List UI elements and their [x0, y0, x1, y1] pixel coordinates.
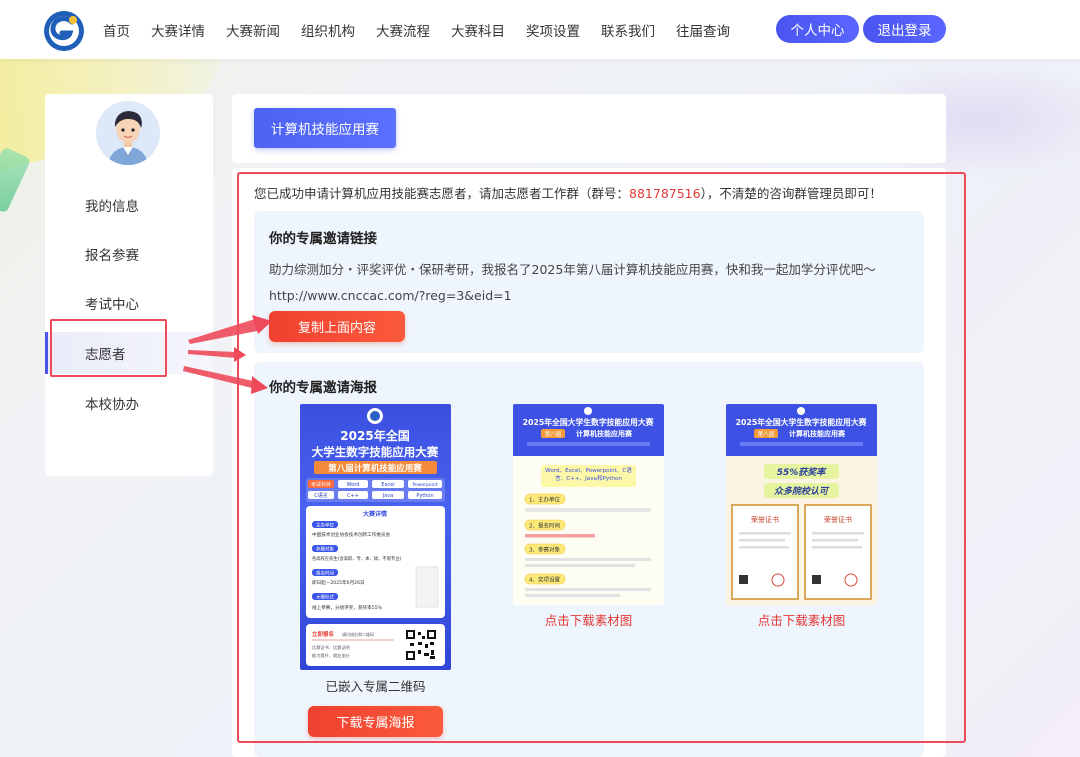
nav-history[interactable]: 往届查询: [676, 20, 730, 40]
nav-contest-details[interactable]: 大赛详情: [151, 20, 205, 40]
invite-link-box: 你的专属邀请链接 助力综测加分・评奖评优・保研考研，我报名了2025年第八届计算…: [254, 211, 924, 353]
sidebar: 我的信息 报名参赛 考试中心 志愿者 本校协办: [45, 94, 213, 476]
invite-poster-title: 你的专属邀请海报: [269, 380, 377, 396]
nav-awards[interactable]: 奖项设置: [526, 20, 580, 40]
group-number: 881787516: [629, 186, 701, 201]
download-poster-button[interactable]: 下载专属海报: [308, 706, 443, 737]
poster-step: 1、主办单位: [529, 496, 560, 504]
poster-section-label: 报名时间: [316, 570, 334, 577]
poster-subject: C语言: [314, 492, 328, 499]
poster-section-text: 线上参赛，分组评奖，获奖率55%: [312, 604, 383, 611]
main-nav: 首页 大赛详情 大赛新闻 组织机构 大赛流程 大赛科目 奖项设置 联系我们 往届…: [103, 0, 751, 59]
poster-title-line: 大学生数字技能应用大赛: [312, 445, 439, 459]
poster-material-1[interactable]: 2025年全国大学生数字技能应用大赛 第八届 计算机技能应用赛 Word、Exc…: [513, 404, 664, 605]
notice-suffix: ），不清楚的咨询群管理员即可！: [700, 186, 882, 201]
poster-details-heading: 大赛详情: [363, 510, 387, 518]
poster-subject: C++: [347, 493, 359, 499]
poster-main-art: 2025年全国 大学生数字技能应用大赛 第八届计算机技能应用赛 考试科目 Wor…: [306, 408, 445, 666]
invite-link-content[interactable]: 助力综测加分・评奖评优・保研考研，我报名了2025年第八届计算机技能应用赛，快和…: [269, 257, 909, 309]
sidebar-item-my-info[interactable]: 我的信息: [45, 184, 213, 226]
poster-cert-title: 荣誉证书: [824, 515, 852, 524]
poster-section-label: 大赛形式: [316, 594, 334, 601]
poster-subtitle: 计算机技能应用赛: [789, 429, 846, 438]
poster-step: 3、参赛对象: [529, 546, 560, 554]
poster-cert-title: 荣誉证书: [751, 515, 779, 524]
nav-subjects[interactable]: 大赛科目: [451, 20, 505, 40]
sidebar-item-label: 我的信息: [85, 199, 139, 215]
logo-icon[interactable]: [42, 9, 86, 53]
nav-organization[interactable]: 组织机构: [301, 20, 355, 40]
sidebar-item-label: 考试中心: [85, 297, 139, 313]
poster-material-2[interactable]: 2025年全国大学生数字技能应用大赛 第八届 计算机技能应用赛 55%获奖率 众…: [726, 404, 877, 605]
poster-main-caption: 已嵌入专属二维码: [325, 679, 426, 694]
poster-material-2-art: 2025年全国大学生数字技能应用大赛 第八届 计算机技能应用赛 55%获奖率 众…: [726, 404, 877, 605]
sidebar-item-exam-center[interactable]: 考试中心: [45, 282, 213, 324]
poster-subject: Excel: [381, 482, 394, 488]
poster-step: 2、报名时间: [529, 522, 560, 530]
background-decoration-green: [0, 146, 32, 214]
invite-link-text: 助力综测加分・评奖评优・保研考研，我报名了2025年第八届计算机技能应用赛，快和…: [269, 262, 876, 277]
poster-subject: Python: [416, 493, 433, 499]
poster-edition-line: 第八届计算机技能应用赛: [328, 463, 422, 474]
poster-signup-label: 立即报名: [312, 630, 334, 638]
copy-content-button[interactable]: 复制上面内容: [269, 311, 405, 342]
sidebar-item-register[interactable]: 报名参赛: [45, 233, 213, 275]
poster-edition-badge: 第八届: [758, 430, 775, 438]
contest-tabs-card: 计算机技能应用赛: [232, 94, 946, 163]
tab-computer-skills-contest[interactable]: 计算机技能应用赛: [254, 108, 396, 148]
nav-process[interactable]: 大赛流程: [376, 20, 430, 40]
sidebar-item-volunteer[interactable]: 志愿者: [45, 332, 213, 374]
avatar-icon: [96, 101, 160, 165]
poster-recog-line: 众多院校认可: [774, 486, 830, 497]
download-material-link-2[interactable]: 点击下载素材图: [726, 610, 877, 629]
poster-subjects-label: 考试科目: [311, 481, 331, 488]
poster-material-1-art: 2025年全国大学生数字技能应用大赛 第八届 计算机技能应用赛 Word、Exc…: [513, 404, 664, 605]
nav-home[interactable]: 首页: [103, 20, 130, 40]
invite-link-url: http://www.cnccac.com/?reg=3&eid=1: [269, 288, 512, 303]
download-material-link-1[interactable]: 点击下载素材图: [513, 610, 664, 629]
top-header: 首页 大赛详情 大赛新闻 组织机构 大赛流程 大赛科目 奖项设置 联系我们 往届…: [0, 0, 1080, 59]
poster-subject: Powerpoint: [412, 482, 437, 488]
poster-subject-text: Word、Excel、Powerpoint、C语言、C++、Java和Pytho…: [545, 468, 632, 482]
poster-signup-hint: 请扫描右侧二维码: [342, 631, 374, 637]
poster-section-text: 中国技术创业协会技术创新工作委员会: [312, 531, 391, 538]
logout-button[interactable]: 退出登录: [863, 15, 946, 43]
sidebar-item-label: 志愿者: [85, 347, 126, 363]
poster-step: 4、奖项设置: [529, 576, 560, 584]
poster-subject: Java: [382, 493, 394, 499]
poster-section-label: 主办单位: [316, 522, 334, 529]
volunteer-notice: 您已成功申请计算机应用技能赛志愿者，请加志愿者工作群（群号：881787516）…: [254, 183, 882, 202]
poster-subject: Word: [347, 482, 360, 488]
poster-edition-badge: 第八届: [545, 430, 562, 438]
personal-center-button[interactable]: 个人中心: [776, 15, 859, 43]
poster-footer-line: 比赛证书、比赛证明: [312, 644, 350, 651]
poster-year-line: 2025年全国: [340, 428, 409, 443]
sidebar-item-label: 本校协办: [85, 397, 139, 413]
poster-header: 2025年全国大学生数字技能应用大赛: [523, 417, 654, 427]
invite-poster-box: 你的专属邀请海报 2025年全国 大学生数字技能应用大赛 第八届计算机技能应用赛…: [254, 362, 924, 757]
sidebar-item-school-cohost[interactable]: 本校协办: [45, 382, 213, 424]
poster-section-label: 参赛对象: [316, 546, 334, 553]
sidebar-item-label: 报名参赛: [85, 248, 139, 264]
volunteer-panel: 您已成功申请计算机应用技能赛志愿者，请加志愿者工作群（群号：881787516）…: [232, 168, 946, 757]
poster-section-text: 即日起—2025年6月26日: [312, 579, 365, 586]
nav-contact[interactable]: 联系我们: [601, 20, 655, 40]
invite-link-title: 你的专属邀请链接: [269, 231, 377, 247]
qr-code-icon: [404, 628, 438, 662]
poster-footer-line: 能力提升、就业加分: [312, 652, 351, 659]
notice-prefix: 您已成功申请计算机应用技能赛志愿者，请加志愿者工作群（群号：: [254, 186, 630, 201]
poster-header: 2025年全国大学生数字技能应用大赛: [736, 417, 867, 427]
poster-award-line: 55%获奖率: [777, 467, 828, 478]
poster-section-text: 各高校在校生(含高职、专、本、硕、不限专业): [312, 555, 402, 562]
nav-contest-news[interactable]: 大赛新闻: [226, 20, 280, 40]
poster-subtitle: 计算机技能应用赛: [576, 429, 633, 438]
avatar: [96, 101, 160, 165]
poster-main[interactable]: 2025年全国 大学生数字技能应用大赛 第八届计算机技能应用赛 考试科目 Wor…: [300, 404, 451, 670]
